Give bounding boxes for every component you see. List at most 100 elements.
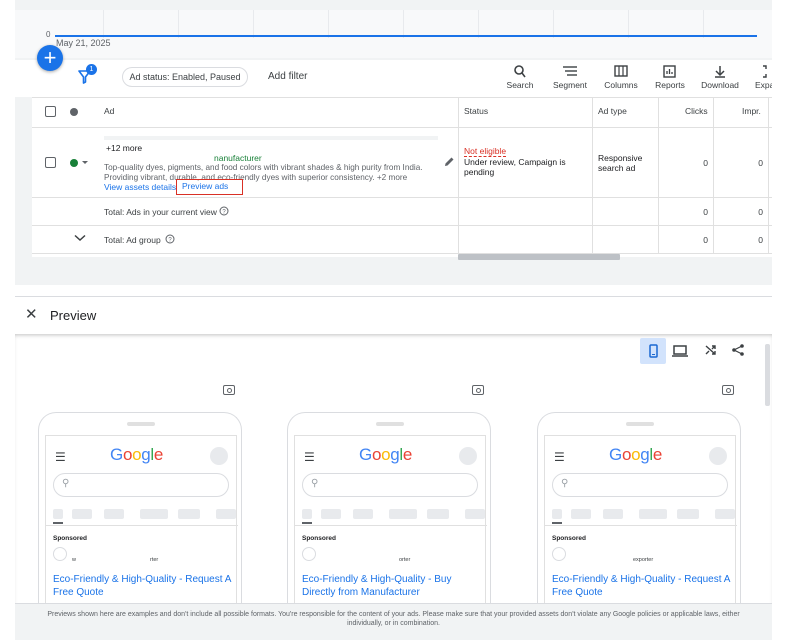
clicks-value: 0 <box>703 158 708 168</box>
status-not-eligible[interactable]: Not eligible <box>464 146 507 157</box>
ad-headline[interactable]: Eco-Friendly & High-Quality - Request A … <box>53 573 237 599</box>
mobile-view-toggle[interactable] <box>640 338 666 364</box>
tabs-divider <box>295 525 487 526</box>
visibility-icon[interactable] <box>722 385 734 395</box>
view-assets-details-link[interactable]: View assets details <box>104 182 176 192</box>
ad-domain-left: w <box>72 557 76 563</box>
ad-headline[interactable]: Eco-Friendly & High-Quality - Buy Direct… <box>302 573 486 599</box>
expand-icon <box>763 65 767 78</box>
preview-title: Preview <box>50 308 97 323</box>
chart-gridline <box>553 10 554 38</box>
desktop-view-toggle[interactable] <box>667 338 693 364</box>
visibility-icon[interactable] <box>223 385 235 395</box>
expand-chevron-icon[interactable] <box>74 234 86 242</box>
active-tab-indicator <box>53 522 63 524</box>
column-divider <box>658 97 659 253</box>
expand-button[interactable]: Expa <box>752 64 772 90</box>
download-button[interactable]: Download <box>698 64 742 90</box>
download-label: Download <box>701 80 739 90</box>
results-tab-placeholder <box>140 509 168 519</box>
chevron-down-icon[interactable] <box>81 160 89 166</box>
results-tab-placeholder <box>104 509 124 519</box>
table-divider <box>32 197 772 198</box>
shuffle-icon[interactable] <box>704 343 718 357</box>
chart-gridline <box>178 10 179 38</box>
tabs-divider <box>545 525 737 526</box>
help-icon[interactable]: ? <box>165 234 175 244</box>
segment-button[interactable]: Segment <box>550 64 590 90</box>
enabled-status-dot[interactable] <box>70 159 78 167</box>
pencil-icon[interactable] <box>444 156 455 167</box>
expand-label: Expa <box>755 80 772 90</box>
mobile-icon <box>649 344 658 358</box>
search-icon: ⚲ <box>62 478 70 489</box>
chart-zero-tick: 0 <box>46 30 51 39</box>
add-filter-button[interactable]: Add filter <box>268 71 307 82</box>
results-tab-placeholder <box>552 509 562 519</box>
reports-icon <box>663 65 676 78</box>
column-divider <box>713 97 714 253</box>
chart-gridline <box>328 10 329 38</box>
ad-headline[interactable]: Eco-Friendly & High-Quality - Request A … <box>552 573 736 599</box>
columns-icon <box>614 65 628 77</box>
ad-headline-placeholder <box>104 136 438 140</box>
avatar <box>459 447 477 465</box>
preview-ads-link[interactable]: Preview ads <box>176 179 243 195</box>
share-icon[interactable] <box>731 343 745 357</box>
ad-domain-right: exporter <box>633 557 654 563</box>
hamburger-menu-icon: ☰ <box>304 450 315 464</box>
ad-column-header[interactable]: Ad <box>104 106 114 116</box>
results-tab-placeholder <box>677 509 699 519</box>
more-headlines-link[interactable]: +12 more <box>106 143 142 153</box>
ad-domain-right: orter <box>399 557 411 563</box>
tabs-divider <box>46 525 238 526</box>
segment-icon <box>563 66 577 76</box>
phone-speaker <box>127 422 155 426</box>
download-icon <box>715 66 725 78</box>
favicon <box>302 547 316 561</box>
search-button[interactable]: Search <box>503 64 537 90</box>
row-checkbox[interactable] <box>45 157 56 168</box>
results-tab-placeholder <box>389 509 417 519</box>
active-tab-indicator <box>552 522 562 524</box>
add-button[interactable]: + <box>37 45 63 71</box>
sponsored-label: Sponsored <box>302 535 336 542</box>
columns-button[interactable]: Columns <box>601 64 641 90</box>
select-all-checkbox[interactable] <box>45 106 56 117</box>
performance-chart <box>15 10 772 58</box>
results-tab-placeholder <box>465 509 485 519</box>
results-tab-placeholder <box>53 509 63 519</box>
vertical-scrollbar[interactable] <box>765 344 770 406</box>
help-icon[interactable]: ? <box>219 206 229 216</box>
reports-button[interactable]: Reports <box>652 64 688 90</box>
ad-type-value: Responsive search ad <box>598 153 643 173</box>
sponsored-label: Sponsored <box>53 535 87 542</box>
results-tab-placeholder <box>715 509 735 519</box>
columns-label: Columns <box>604 80 638 90</box>
chart-date-label: May 21, 2025 <box>56 38 111 48</box>
impr-column-header[interactable]: Impr. <box>742 106 761 116</box>
results-tab-placeholder <box>216 509 236 519</box>
clicks-column-header[interactable]: Clicks <box>685 106 708 116</box>
search-bar: ⚲ <box>302 473 478 497</box>
results-tab-placeholder <box>571 509 591 519</box>
status-column-header[interactable]: Status <box>464 106 488 116</box>
search-label: Search <box>506 80 534 90</box>
ad-type-column-header[interactable]: Ad type <box>598 106 627 116</box>
search-icon: ⚲ <box>311 478 319 489</box>
total-view-impr: 0 <box>758 207 763 217</box>
results-tab-placeholder <box>178 509 200 519</box>
chart-gridline <box>103 10 104 38</box>
phone-speaker <box>626 422 654 426</box>
close-icon[interactable]: ✕ <box>25 305 38 323</box>
chart-gridline <box>628 10 629 38</box>
google-logo: Google <box>359 445 413 464</box>
google-logo: Google <box>110 445 164 464</box>
chart-gridline <box>478 10 479 38</box>
sponsored-label: Sponsored <box>552 535 586 542</box>
table-divider <box>32 253 772 254</box>
active-tab-indicator <box>302 522 312 524</box>
visibility-icon[interactable] <box>472 385 484 395</box>
ad-status-filter-chip[interactable]: Ad status: Enabled, Paused <box>122 67 248 87</box>
horizontal-scrollbar[interactable] <box>458 254 620 260</box>
